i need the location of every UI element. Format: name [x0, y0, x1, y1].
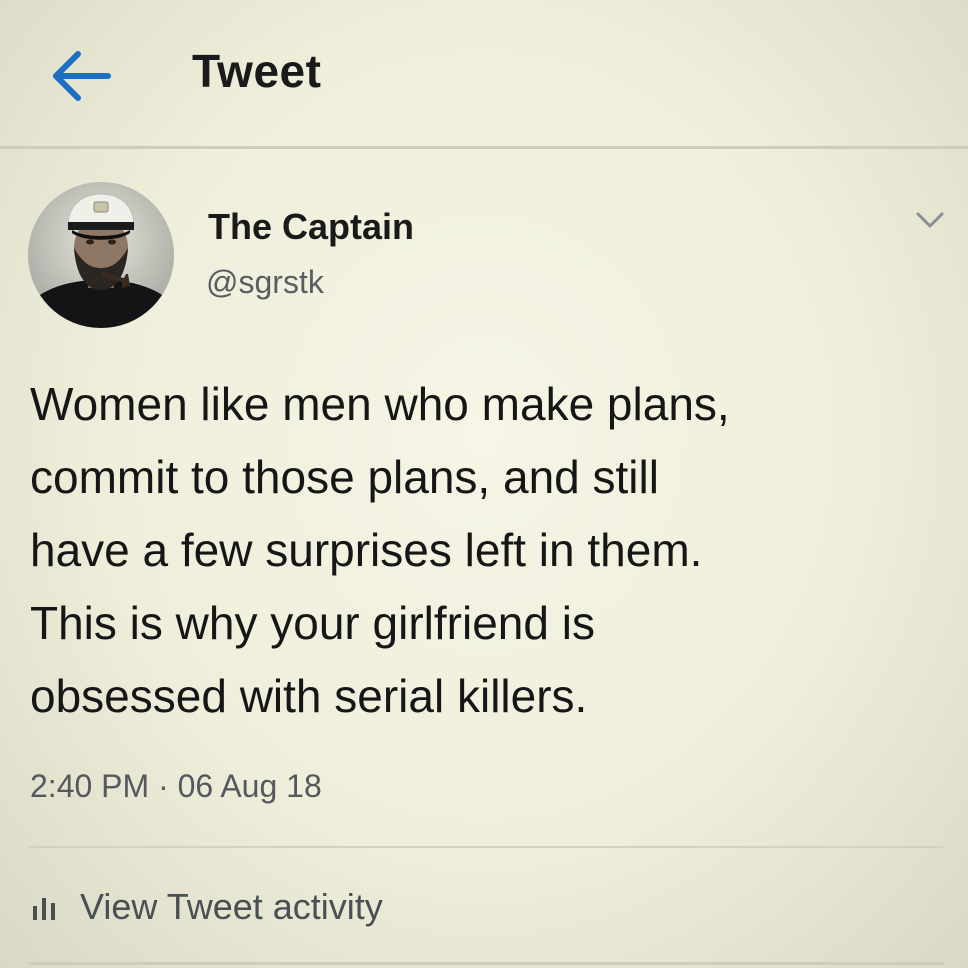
author-name[interactable]: The Captain [208, 206, 414, 248]
tweet-text-line: Women like men who make plans, [30, 378, 730, 430]
back-arrow-icon [53, 51, 111, 101]
bar-chart-icon [30, 894, 60, 920]
tweet-text: Women like men who make plans, commit to… [30, 368, 950, 733]
tweet-text-line: have a few surprises left in them. [30, 524, 703, 576]
tweet-text-line: commit to those plans, and still [30, 451, 659, 503]
avatar[interactable] [28, 182, 174, 328]
chevron-down-icon [916, 212, 944, 228]
tweet-text-line: This is why your girlfriend is [30, 597, 595, 649]
back-button[interactable] [46, 46, 114, 106]
more-options-button[interactable] [908, 200, 952, 240]
app-header: Tweet [0, 0, 968, 149]
header-divider [0, 146, 968, 149]
view-tweet-activity-label: View Tweet activity [80, 886, 383, 927]
bottom-divider [28, 962, 944, 965]
tweet-timestamp[interactable]: 2:40 PM · 06 Aug 18 [30, 768, 322, 805]
view-tweet-activity-button[interactable]: View Tweet activity [30, 884, 383, 930]
activity-divider [28, 846, 944, 848]
page-title: Tweet [192, 45, 322, 97]
avatar-image [28, 182, 174, 328]
tweet-text-line: obsessed with serial killers. [30, 670, 588, 722]
author-handle[interactable]: @sgrstk [206, 264, 324, 301]
